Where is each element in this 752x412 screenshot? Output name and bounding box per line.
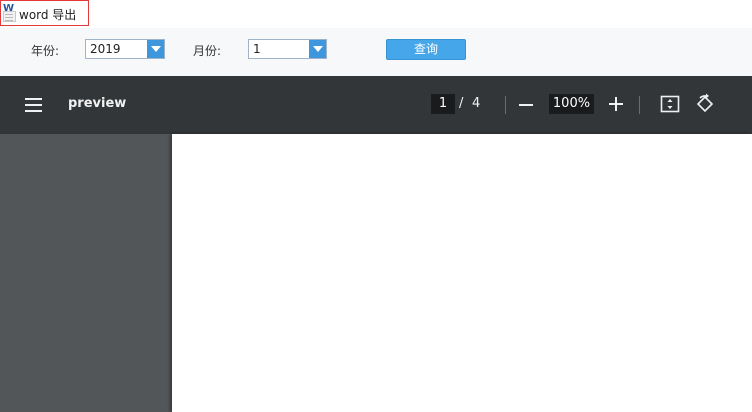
page-number-input[interactable]: 1 <box>431 94 455 114</box>
fit-page-icon[interactable] <box>660 95 680 113</box>
divider <box>505 96 506 114</box>
month-select[interactable]: 1 <box>248 39 327 59</box>
menu-icon[interactable] <box>25 98 42 112</box>
year-label: 年份: <box>31 44 60 58</box>
tab-label: word 导出 <box>19 8 77 22</box>
tab-word-export[interactable]: W word 导出 <box>0 0 89 26</box>
document-title: preview <box>68 96 127 111</box>
month-label: 月份: <box>193 44 222 58</box>
month-value: 1 <box>253 42 261 56</box>
pdf-viewer-toolbar: preview 1 / 4 100% <box>0 76 752 134</box>
zoom-in-icon[interactable] <box>608 96 624 112</box>
total-pages: 4 <box>472 96 481 111</box>
page-separator: / <box>459 96 464 111</box>
divider <box>639 96 640 114</box>
word-document-icon: W <box>3 3 17 23</box>
rotate-icon[interactable] <box>694 93 716 115</box>
chevron-down-icon[interactable] <box>147 40 164 58</box>
chevron-down-icon[interactable] <box>309 40 326 58</box>
document-page[interactable] <box>172 134 752 412</box>
year-select[interactable]: 2019 <box>85 39 165 59</box>
filter-toolbar: 年份: 2019 月份: 1 查询 <box>0 28 752 76</box>
zoom-level-input[interactable]: 100% <box>549 94 594 114</box>
thumbnail-sidebar <box>0 134 172 412</box>
query-button[interactable]: 查询 <box>386 39 466 60</box>
tab-bar: W word 导出 <box>0 0 752 29</box>
year-value: 2019 <box>90 42 121 56</box>
zoom-out-icon[interactable] <box>518 97 534 113</box>
